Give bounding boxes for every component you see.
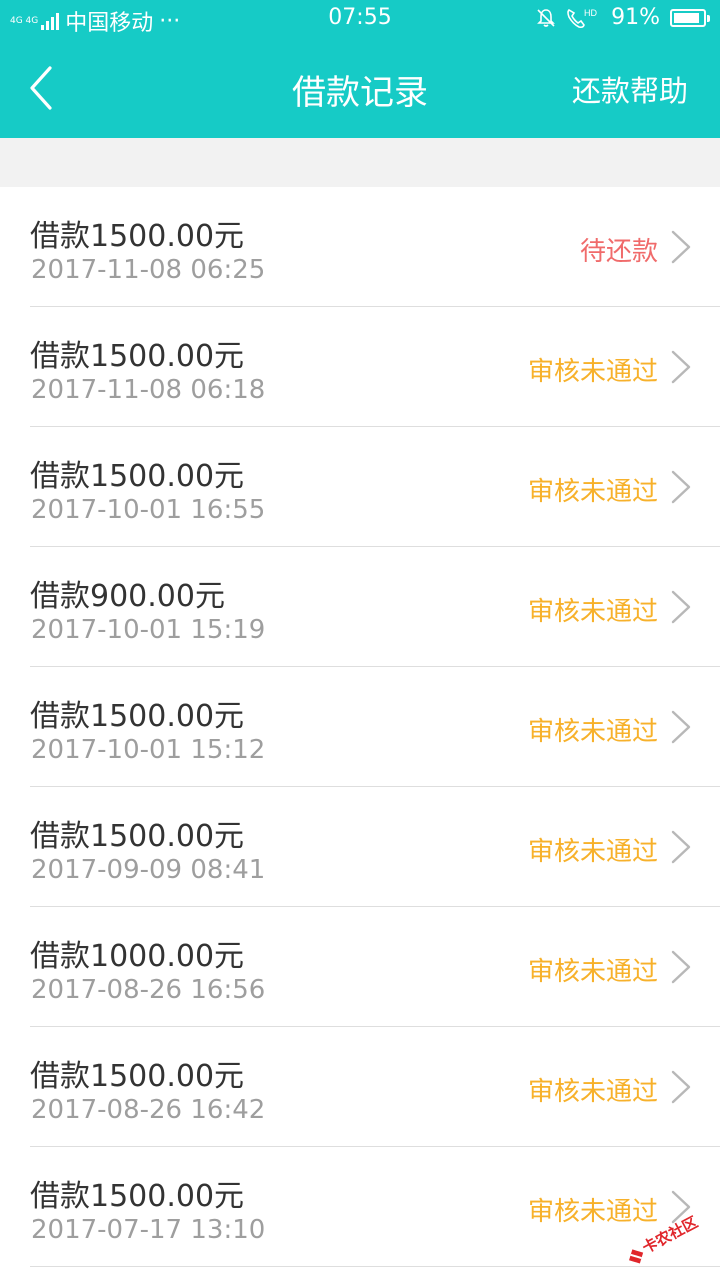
list-item[interactable]: 借款1500.00元 2017-10-01 16:55 审核未通过 (30, 427, 720, 547)
loan-amount: 借款900.00元 (30, 579, 225, 614)
loan-time: 2017-07-17 13:10 (31, 1215, 266, 1245)
loan-amount: 借款1500.00元 (30, 339, 245, 374)
status-label: 审核未通过 (527, 357, 658, 387)
loan-record-list: 借款1500.00元 2017-11-08 06:25 待还款 借款1500.00元 2… (0, 187, 720, 1267)
list-item[interactable]: 借款1500.00元 2017-11-08 06:18 审核未通过 (30, 307, 720, 427)
svg-text:HD: HD (584, 8, 597, 18)
bell-muted-icon (537, 8, 556, 27)
battery-icon (670, 8, 710, 27)
loan-time: 2017-08-26 16:42 (31, 1095, 266, 1125)
chevron-left-icon (30, 66, 52, 110)
list-item[interactable]: 借款1500.00元 2017-08-26 16:42 审核未通过 (30, 1027, 720, 1147)
status-label: 审核未通过 (527, 717, 658, 747)
loan-amount: 借款1000.00元 (30, 939, 245, 974)
status-label: 审核未通过 (527, 837, 658, 867)
loan-amount: 借款1500.00元 (30, 1059, 245, 1094)
loan-time: 2017-10-01 15:12 (31, 735, 266, 765)
status-label: 审核未通过 (527, 1077, 658, 1107)
status-label: 审核未通过 (527, 477, 658, 507)
status-label: 审核未通过 (527, 957, 658, 987)
loan-amount: 借款1500.00元 (30, 219, 245, 254)
chevron-right-icon (671, 590, 691, 624)
loan-time: 2017-10-01 15:19 (31, 615, 266, 645)
list-item[interactable]: 借款1000.00元 2017-08-26 16:56 审核未通过 (30, 907, 720, 1027)
chevron-right-icon (671, 1070, 691, 1104)
header-bar: 4G 4G 中国移动 ··· 07:55 HD 91% 借款记录 还款帮助 (0, 0, 720, 138)
battery-percent: 91% (611, 5, 660, 30)
section-spacer (0, 138, 720, 187)
loan-amount: 借款1500.00元 (30, 819, 245, 854)
battery-fill (674, 12, 699, 23)
watermark-text: 卡农社区 (639, 1213, 700, 1257)
hd-call-icon: HD (567, 8, 598, 28)
chevron-right-icon (671, 830, 691, 864)
loan-time: 2017-09-09 08:41 (31, 855, 266, 885)
loan-time: 2017-11-08 06:25 (31, 255, 266, 285)
loan-time: 2017-10-01 16:55 (31, 495, 266, 525)
status-bar: 4G 4G 中国移动 ··· 07:55 HD 91% (0, 0, 720, 38)
repayment-help-button[interactable]: 还款帮助 (572, 68, 688, 110)
list-item[interactable]: 借款1500.00元 2017-09-09 08:41 审核未通过 (30, 787, 720, 907)
list-item[interactable]: 借款900.00元 2017-10-01 15:19 审核未通过 (30, 547, 720, 667)
list-item[interactable]: 借款1500.00元 2017-10-01 15:12 审核未通过 (30, 667, 720, 787)
chevron-right-icon (671, 230, 691, 264)
chevron-right-icon (671, 950, 691, 984)
chevron-right-icon (671, 710, 691, 744)
chevron-right-icon (671, 350, 691, 384)
back-button[interactable] (22, 60, 66, 116)
chevron-right-icon (671, 470, 691, 504)
status-label: 审核未通过 (527, 597, 658, 627)
loan-amount: 借款1500.00元 (30, 459, 245, 494)
navigation-bar: 借款记录 还款帮助 (0, 38, 720, 138)
loan-time: 2017-11-08 06:18 (31, 375, 266, 405)
status-right: HD 91% (535, 5, 710, 30)
loan-time: 2017-08-26 16:56 (31, 975, 266, 1005)
loan-amount: 借款1500.00元 (30, 1179, 245, 1214)
status-label: 待还款 (579, 237, 658, 267)
list-item[interactable]: 借款1500.00元 2017-11-08 06:25 待还款 (30, 187, 720, 307)
loan-amount: 借款1500.00元 (30, 699, 245, 734)
watermark-logo: 卡农社区 (629, 1213, 701, 1264)
